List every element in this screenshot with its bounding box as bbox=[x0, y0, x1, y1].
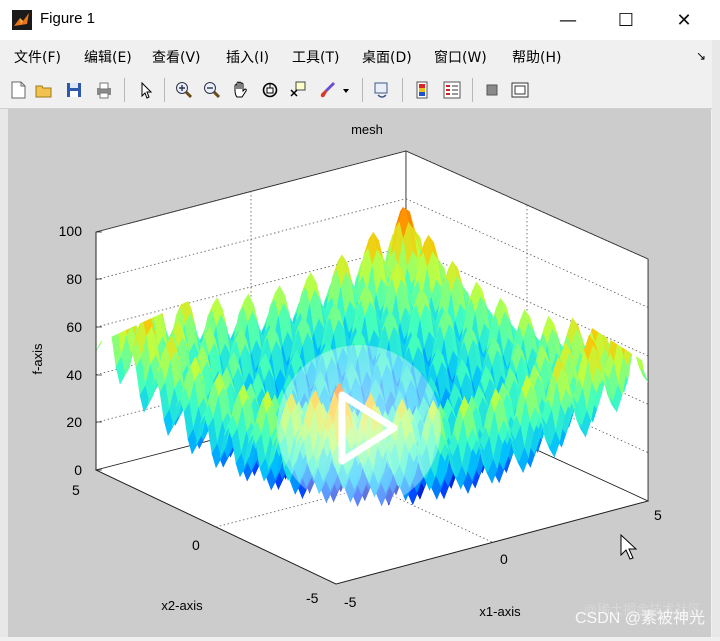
window-titlebar: Figure 1 — ☐ ✕ bbox=[0, 0, 720, 40]
minimize-icon: — bbox=[559, 9, 577, 31]
z-tick-20: 20 bbox=[66, 414, 82, 430]
data-cursor-icon[interactable] bbox=[286, 78, 310, 102]
watermark-text: CSDN @素被神光 bbox=[575, 609, 705, 627]
save-icon[interactable] bbox=[62, 78, 86, 102]
menu-file[interactable]: 文件(F) bbox=[14, 47, 61, 67]
maximize-button[interactable]: ☐ bbox=[598, 0, 654, 40]
menu-tools[interactable]: 工具(T) bbox=[292, 47, 339, 67]
rotate-3d-icon[interactable] bbox=[258, 78, 282, 102]
z-tick-60: 60 bbox=[66, 319, 82, 335]
x1-tick-5: 5 bbox=[654, 507, 662, 523]
zoom-in-icon[interactable] bbox=[172, 78, 196, 102]
window-title: Figure 1 bbox=[40, 10, 96, 27]
brush-dropdown-icon[interactable] bbox=[340, 78, 352, 102]
menu-help[interactable]: 帮助(H) bbox=[512, 47, 561, 67]
legend-icon[interactable] bbox=[440, 78, 464, 102]
x2-tick-5: 5 bbox=[72, 482, 80, 498]
menu-bar: 文件(F) 编辑(E) 查看(V) 插入(I) 工具(T) 桌面(D) 窗口(W… bbox=[0, 40, 712, 72]
colorbar-icon[interactable] bbox=[410, 78, 434, 102]
play-button-overlay[interactable] bbox=[277, 345, 441, 509]
close-button[interactable]: ✕ bbox=[656, 0, 712, 40]
menu-desktop[interactable]: 桌面(D) bbox=[362, 47, 412, 67]
x2-axis-label: x2-axis bbox=[161, 598, 203, 613]
zoom-out-icon[interactable] bbox=[200, 78, 224, 102]
matlab-icon bbox=[12, 10, 32, 30]
figure-canvas[interactable]: mesh 0 20 40 60 80 100 5 0 -5 -5 0 5 x2-… bbox=[8, 109, 711, 637]
minimize-button[interactable]: — bbox=[540, 0, 596, 40]
menu-insert[interactable]: 插入(I) bbox=[226, 47, 269, 67]
select-arrow-icon[interactable] bbox=[134, 78, 158, 102]
surface-plot[interactable]: mesh 0 20 40 60 80 100 5 0 -5 -5 0 5 x2-… bbox=[8, 109, 711, 637]
plot-title: mesh bbox=[351, 122, 383, 137]
close-icon: ✕ bbox=[676, 9, 692, 31]
left-window-edge bbox=[0, 109, 8, 637]
menu-view[interactable]: 查看(V) bbox=[152, 47, 201, 67]
maximize-icon: ☐ bbox=[617, 9, 635, 31]
new-figure-icon[interactable] bbox=[6, 78, 30, 102]
x2-tick-0: 0 bbox=[192, 537, 200, 553]
z-tick-80: 80 bbox=[66, 271, 82, 287]
x1-tick-0: 0 bbox=[500, 551, 508, 567]
z-tick-40: 40 bbox=[66, 367, 82, 383]
x2-tick-neg5: -5 bbox=[306, 590, 319, 606]
link-plot-icon[interactable] bbox=[370, 78, 394, 102]
x1-tick-neg5: -5 bbox=[344, 594, 357, 610]
pan-hand-icon[interactable] bbox=[228, 78, 252, 102]
open-file-icon[interactable] bbox=[32, 78, 56, 102]
z-tick-100: 100 bbox=[59, 223, 83, 239]
show-plot-tools-icon[interactable] bbox=[508, 78, 532, 102]
dock-arrow-icon[interactable]: ↘ bbox=[696, 49, 706, 63]
menu-window[interactable]: 窗口(W) bbox=[434, 47, 487, 67]
right-window-edge bbox=[712, 40, 720, 637]
x1-axis-label: x1-axis bbox=[479, 604, 521, 619]
figure-toolbar bbox=[0, 72, 712, 109]
z-axis-label: f-axis bbox=[30, 343, 45, 375]
hide-plot-tools-icon[interactable] bbox=[480, 78, 504, 102]
z-tick-labels: 0 20 40 60 80 100 bbox=[59, 223, 83, 478]
mouse-cursor-icon bbox=[620, 533, 638, 560]
play-circle[interactable] bbox=[277, 345, 441, 509]
brush-icon[interactable] bbox=[316, 78, 340, 102]
z-tick-0: 0 bbox=[74, 462, 82, 478]
print-icon[interactable] bbox=[92, 78, 116, 102]
menu-edit[interactable]: 编辑(E) bbox=[84, 47, 132, 67]
